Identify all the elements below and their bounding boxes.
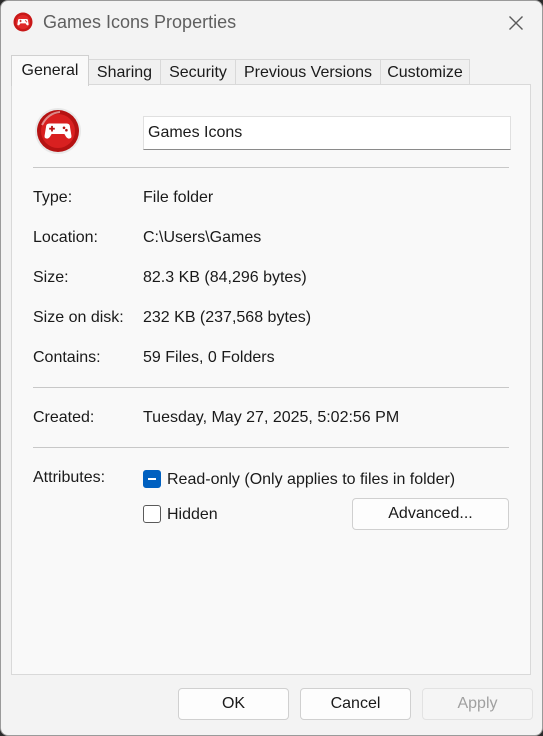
close-button[interactable] xyxy=(500,7,532,39)
type-value: File folder xyxy=(143,189,214,206)
size-value: 82.3 KB (84,296 bytes) xyxy=(143,269,307,286)
tab-sharing[interactable]: Sharing xyxy=(88,59,161,85)
folder-name-input[interactable] xyxy=(143,116,511,150)
game-controller-icon xyxy=(13,12,33,32)
tab-general[interactable]: General xyxy=(11,55,89,86)
size-on-disk-value: 232 KB (237,568 bytes) xyxy=(143,309,312,326)
location-label: Location: xyxy=(33,229,98,246)
contains-value: 59 Files, 0 Folders xyxy=(143,349,275,366)
size-on-disk-label: Size on disk: xyxy=(33,309,124,326)
hidden-label[interactable]: Hidden xyxy=(167,506,218,524)
tab-previous-versions[interactable]: Previous Versions xyxy=(235,59,381,85)
size-label: Size: xyxy=(33,269,69,286)
ok-button[interactable]: OK xyxy=(178,688,289,720)
properties-window: Games Icons Properties General Sharing S… xyxy=(0,0,543,736)
created-value: Tuesday, May 27, 2025, 5:02:56 PM xyxy=(143,409,400,426)
readonly-label[interactable]: Read-only (Only applies to files in fold… xyxy=(167,471,455,489)
close-icon xyxy=(509,16,523,30)
apply-button[interactable]: Apply xyxy=(422,688,533,720)
tab-customize[interactable]: Customize xyxy=(380,59,470,85)
general-tab-panel: Type: File folder Location: C:\Users\Gam… xyxy=(11,84,531,675)
contains-label: Contains: xyxy=(33,349,101,366)
type-label: Type: xyxy=(33,189,73,206)
divider xyxy=(33,167,509,168)
window-title: Games Icons Properties xyxy=(43,12,237,32)
location-value: C:\Users\Games xyxy=(143,229,262,246)
divider xyxy=(33,447,509,448)
game-controller-icon xyxy=(35,108,81,154)
hidden-checkbox[interactable] xyxy=(143,505,161,523)
advanced-button[interactable]: Advanced... xyxy=(352,498,509,530)
tab-security[interactable]: Security xyxy=(160,59,236,85)
cancel-button[interactable]: Cancel xyxy=(300,688,411,720)
divider xyxy=(33,387,509,388)
created-label: Created: xyxy=(33,409,95,426)
title-bar[interactable]: Games Icons Properties xyxy=(1,1,542,45)
readonly-checkbox[interactable] xyxy=(143,470,161,488)
attributes-label: Attributes: xyxy=(33,469,106,486)
